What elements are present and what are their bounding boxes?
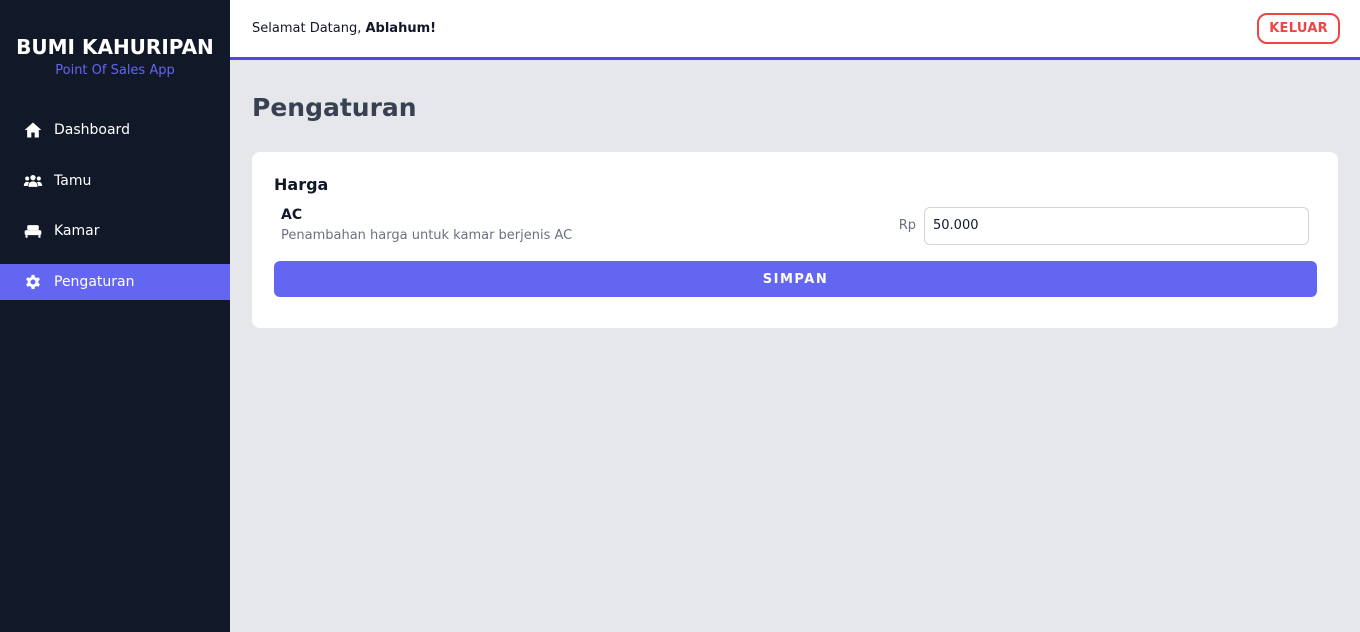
brand: BUMI KAHURIPAN Point Of Sales App [0,0,230,80]
sidebar-item-label: Tamu [54,172,92,189]
sidebar-item-tamu[interactable]: Tamu [0,163,230,199]
sidebar-item-label: Pengaturan [54,273,135,290]
logout-button[interactable]: KELUAR [1257,13,1340,44]
sidebar-nav: Dashboard Tamu Kamar Pengaturan [0,112,230,314]
currency-label: Rp [898,218,916,233]
sidebar-item-pengaturan[interactable]: Pengaturan [0,263,230,300]
settings-card: Harga AC Penambahan harga untuk kamar be… [252,152,1338,328]
home-icon [22,119,44,141]
page-title: Pengaturan [252,93,417,122]
price-input[interactable] [924,206,1309,245]
bed-icon [22,220,44,242]
brand-subtitle: Point Of Sales App [55,63,175,78]
price-field-group: Rp [898,206,1309,245]
users-icon [22,170,44,192]
brand-title: BUMI KAHURIPAN [16,35,214,59]
sidebar-item-kamar[interactable]: Kamar [0,213,230,249]
user-name: Ablahum! [365,21,437,36]
setting-info: AC Penambahan harga untuk kamar berjenis… [281,206,572,245]
sidebar-item-label: Kamar [54,223,100,239]
main-content: Pengaturan Harga AC Penambahan harga unt… [252,60,1338,328]
welcome-message: Selamat Datang, Ablahum! [252,21,436,36]
gear-icon [22,271,44,293]
welcome-prefix: Selamat Datang, [252,21,366,36]
setting-row-ac: AC Penambahan harga untuk kamar berjenis… [274,206,1316,245]
setting-description: Penambahan harga untuk kamar berjenis AC [281,228,573,243]
sidebar: BUMI KAHURIPAN Point Of Sales App Dashbo… [0,0,230,632]
card-title: Harga [274,175,329,194]
sidebar-item-label: Dashboard [54,122,130,138]
sidebar-item-dashboard[interactable]: Dashboard [0,112,230,148]
setting-name: AC [281,207,303,223]
save-button[interactable]: SIMPAN [274,261,1317,297]
top-bar: Selamat Datang, Ablahum! KELUAR [230,0,1360,60]
